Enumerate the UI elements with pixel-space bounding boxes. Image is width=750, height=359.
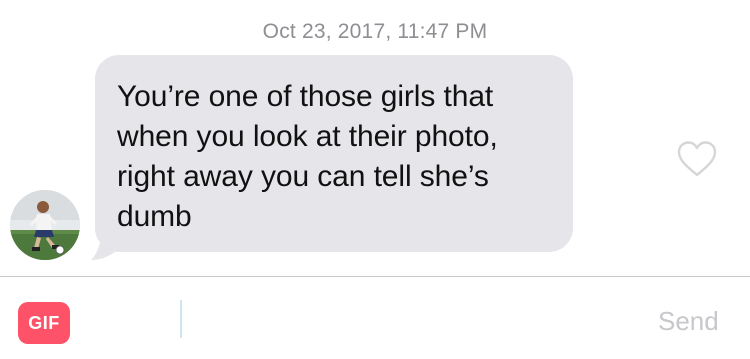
gif-button[interactable]: GIF xyxy=(18,302,70,344)
avatar-photo xyxy=(10,190,80,260)
send-button[interactable]: Send xyxy=(658,306,719,337)
heart-outline-icon[interactable] xyxy=(676,140,718,178)
message-timestamp: Oct 23, 2017, 11:47 PM xyxy=(262,20,488,43)
message-input[interactable] xyxy=(178,296,638,340)
message-bubble[interactable]: You’re one of those girls that when you … xyxy=(95,55,573,252)
sender-avatar[interactable] xyxy=(10,190,80,260)
composer-divider xyxy=(0,276,750,277)
text-caret xyxy=(180,300,182,338)
message-text: You’re one of those girls that when you … xyxy=(117,80,498,233)
